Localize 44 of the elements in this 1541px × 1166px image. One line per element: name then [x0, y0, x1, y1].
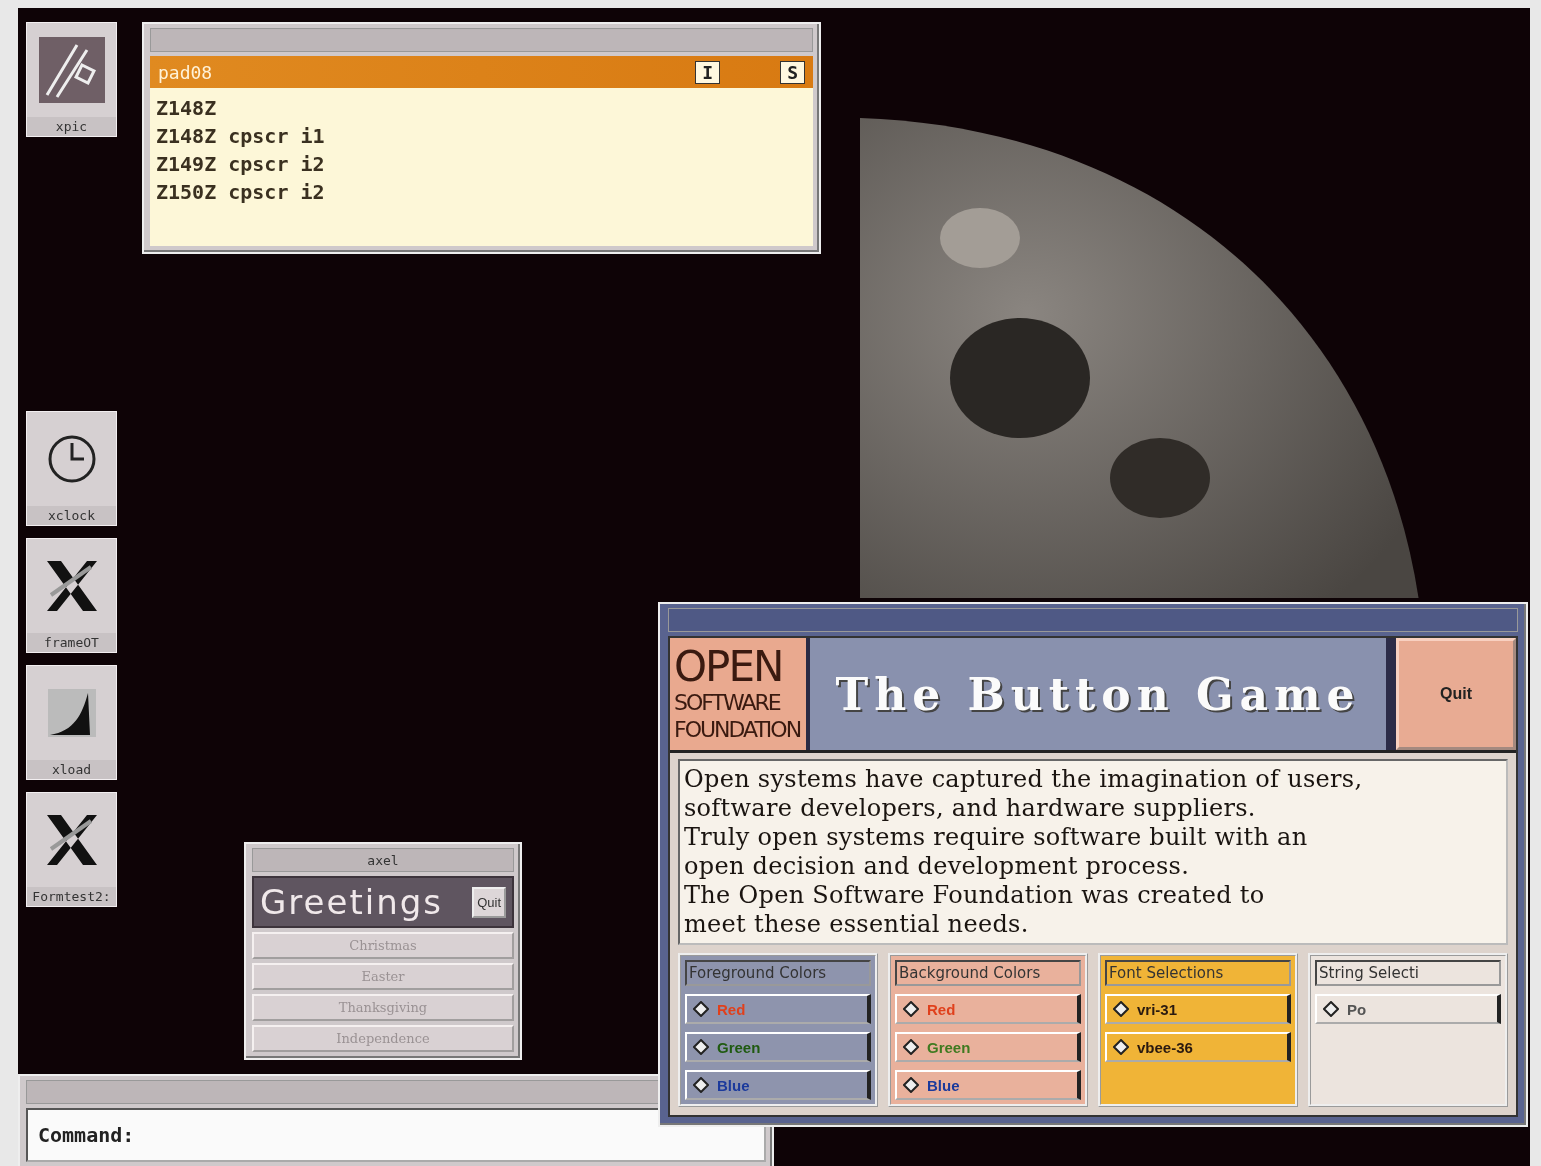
diamond-icon: [903, 1039, 919, 1055]
pad-name: pad08: [158, 61, 214, 83]
diamond-icon: [693, 1039, 709, 1055]
quit-button[interactable]: Quit: [472, 886, 506, 918]
command-field[interactable]: Command:: [26, 1108, 766, 1162]
diamond-icon: [693, 1001, 709, 1017]
diamond-icon: [1113, 1039, 1129, 1055]
option-toggle[interactable]: Po: [1315, 994, 1501, 1024]
text-line: Z148Z cpscr i1: [156, 123, 326, 150]
diamond-icon: [693, 1077, 709, 1093]
osf-logo: OPEN SOFTWARE FOUNDATION: [670, 638, 810, 750]
group-title: String Selecti: [1315, 960, 1501, 986]
greetings-heading: Greetings: [260, 882, 444, 922]
header-button[interactable]: I: [695, 60, 721, 84]
desktop-icon[interactable]: xload: [26, 665, 117, 780]
icon-label: xpic: [27, 117, 116, 136]
game-title: The Button Game: [835, 668, 1361, 720]
window-title: axel: [367, 852, 399, 868]
header-button[interactable]: S: [780, 60, 805, 84]
text-line: Z149Z cpscr i2: [156, 151, 326, 178]
group-title: Foreground Colors: [685, 960, 871, 986]
desktop-icon[interactable]: frameOT: [26, 538, 117, 653]
icon-label: frameOT: [27, 633, 116, 652]
diamond-icon: [1323, 1001, 1339, 1017]
icon-label: xclock: [27, 506, 116, 525]
desktop-icon[interactable]: Formtest2:: [26, 792, 117, 907]
desktop-icon[interactable]: xpic: [26, 22, 117, 137]
option-toggle[interactable]: vri-31: [1105, 994, 1291, 1024]
option-toggle[interactable]: vbee-36: [1105, 1032, 1291, 1062]
diamond-icon: [903, 1077, 919, 1093]
diamond-icon: [903, 1001, 919, 1017]
group-title: Font Selections: [1105, 960, 1291, 986]
description-text: Open systems have captured the imagination of users, software developers, and hardware suppliers. Truly open systems require software built with an open decision and development process. The Open Software Foundation was created to meet these essential needs.: [678, 759, 1508, 945]
icon-label: xload: [27, 760, 116, 779]
option-toggle[interactable]: Blue: [895, 1070, 1081, 1100]
text-line: Z150Z cpscr i2: [156, 179, 326, 206]
diamond-icon: [1113, 1001, 1129, 1017]
desktop-icon[interactable]: xclock: [26, 411, 117, 526]
text-line: Z148Z: [156, 95, 218, 122]
command-label: Command:: [38, 1123, 135, 1147]
icon-label: Formtest2:: [27, 887, 116, 906]
sketch-icon: [36, 35, 107, 105]
group-title: Background Colors: [895, 960, 1081, 986]
quit-button[interactable]: Quit: [1396, 638, 1516, 750]
